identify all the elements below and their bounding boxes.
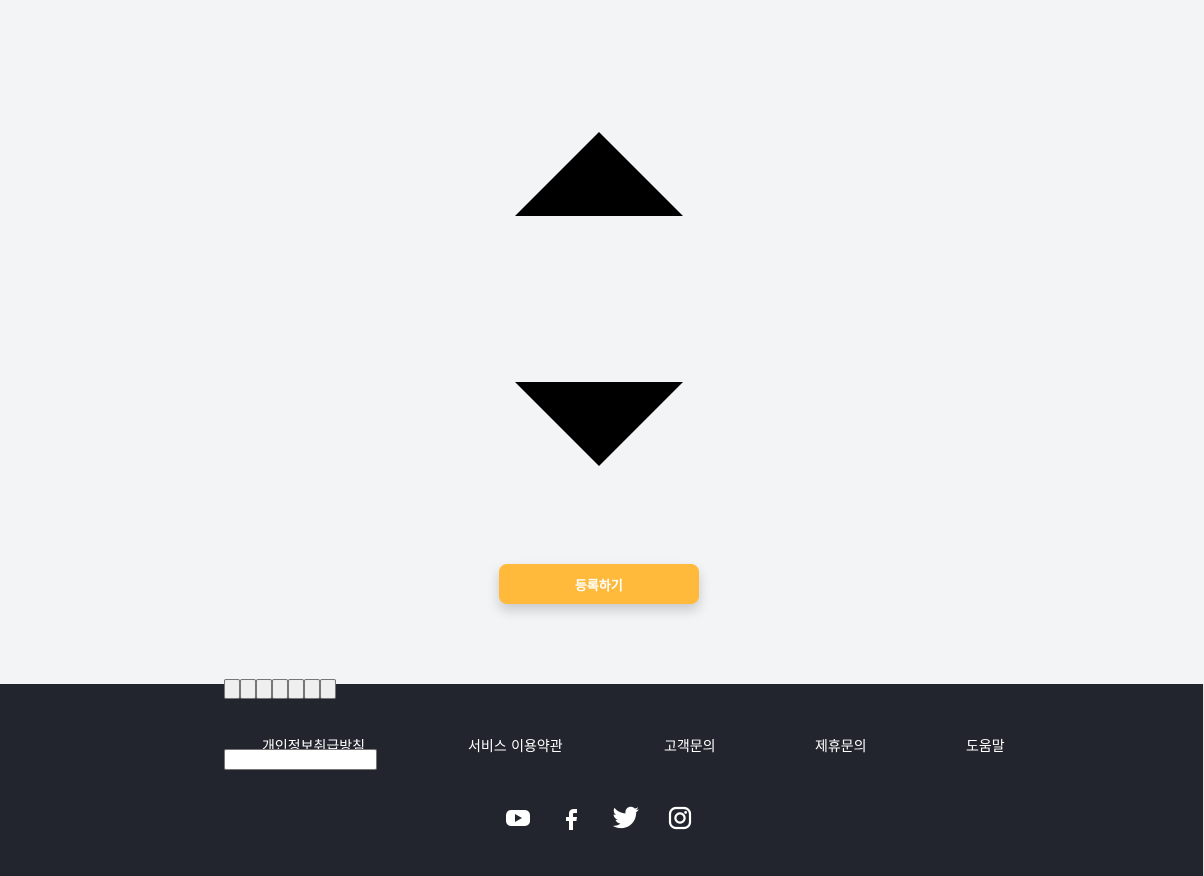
mini-button[interactable] bbox=[224, 679, 240, 699]
main-area: 등록하기 bbox=[0, 0, 1204, 684]
mini-button-row bbox=[224, 679, 336, 699]
footer bbox=[0, 684, 1204, 876]
youtube-icon[interactable] bbox=[504, 804, 532, 832]
facebook-icon[interactable] bbox=[558, 804, 586, 832]
mini-button[interactable] bbox=[304, 679, 320, 699]
customer-inquiry-link[interactable]: 고객문의 bbox=[664, 736, 716, 756]
partnership-inquiry-link[interactable]: 제휴문의 bbox=[815, 736, 867, 756]
instagram-icon[interactable] bbox=[666, 804, 694, 832]
twitter-icon[interactable] bbox=[612, 804, 640, 832]
register-button[interactable]: 등록하기 bbox=[499, 564, 699, 604]
mini-button[interactable] bbox=[240, 679, 256, 699]
terms-of-service-link[interactable]: 서비스 이용약관 bbox=[468, 736, 563, 756]
mini-button[interactable] bbox=[256, 679, 272, 699]
mini-button[interactable] bbox=[288, 679, 304, 699]
mini-button[interactable] bbox=[320, 679, 336, 699]
help-link[interactable]: 도움말 bbox=[966, 736, 1005, 756]
triangle-up-icon[interactable] bbox=[515, 132, 683, 216]
triangle-down-icon[interactable] bbox=[515, 382, 683, 466]
footer-links: 개인정보취급방침 서비스 이용약관 고객문의 제휴문의 도움말 bbox=[0, 736, 1204, 758]
mini-button[interactable] bbox=[272, 679, 288, 699]
footer-text-input[interactable] bbox=[224, 749, 377, 770]
